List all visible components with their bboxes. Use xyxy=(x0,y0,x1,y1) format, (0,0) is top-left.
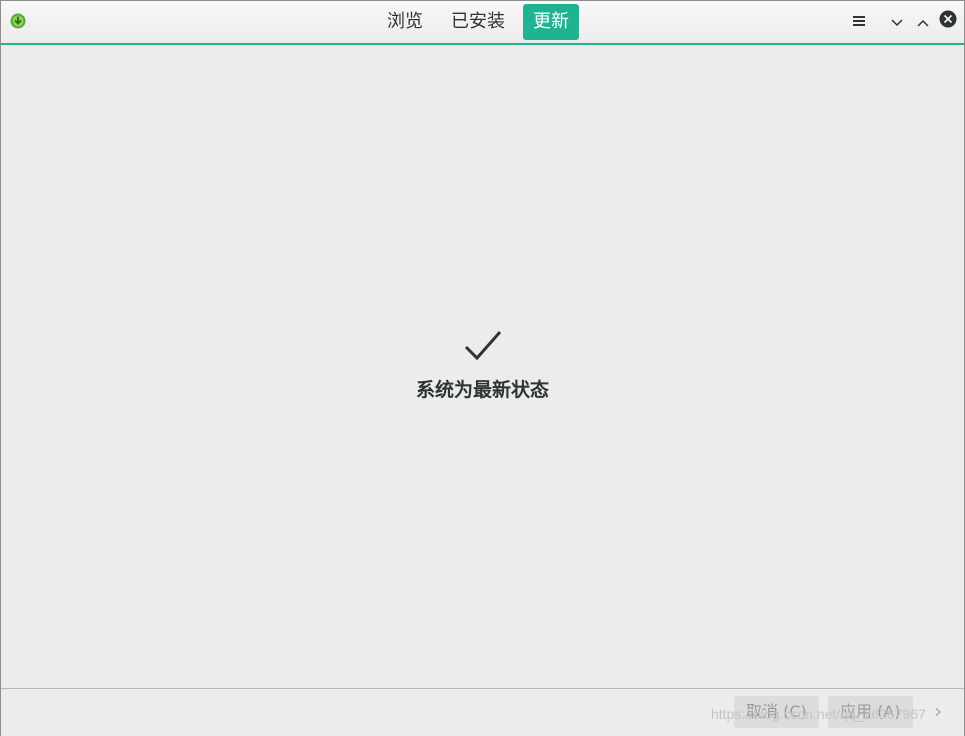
close-button[interactable] xyxy=(939,10,957,32)
close-icon xyxy=(939,10,957,32)
up-to-date-message: 系统为最新状态 xyxy=(415,379,549,401)
updates-content: 系统为最新状态 xyxy=(1,45,964,688)
view-switcher: 浏览 已安装 更新 xyxy=(377,4,579,40)
download-app-icon xyxy=(10,13,26,29)
header-bar: 浏览 已安装 更新 xyxy=(1,1,964,45)
menu-icon xyxy=(852,12,866,31)
action-bar: 取消 (C) 应用 (A) › https://blog.csdn.net/qq… xyxy=(1,688,964,736)
maximize-button[interactable] xyxy=(914,12,932,30)
maximize-icon xyxy=(917,12,929,31)
tab-installed[interactable]: 已安装 xyxy=(441,4,515,40)
minimize-icon xyxy=(891,12,903,31)
minimize-button[interactable] xyxy=(888,12,906,30)
watermark: https://blog.csdn.net/qq_26367967 xyxy=(711,706,926,722)
checkmark-icon xyxy=(463,329,503,363)
menu-button[interactable] xyxy=(850,12,868,30)
tab-updates[interactable]: 更新 xyxy=(523,4,579,40)
app-window: 浏览 已安装 更新 系统为最新状态 取消 (C) 应用 (A) › https:… xyxy=(0,0,965,736)
tab-browse[interactable]: 浏览 xyxy=(377,4,433,40)
chevron-right-icon[interactable]: › xyxy=(934,699,942,723)
